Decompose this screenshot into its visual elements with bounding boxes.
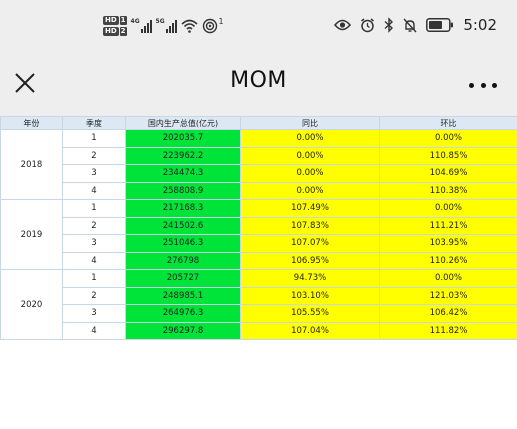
table-row: 3 234474.3 0.00% 104.69% <box>1 164 517 183</box>
year-cell: 2018 <box>0 129 63 200</box>
mute-icon <box>403 18 417 32</box>
yoy-cell: 107.07% <box>240 234 380 253</box>
sim1-number: 1 <box>119 16 127 25</box>
table-row: 2 248985.1 103.10% 121.03% <box>1 286 517 305</box>
signal-4g-icon: 4G <box>130 18 152 33</box>
sim2-indicator: HD 2 <box>103 27 127 36</box>
quarter-cell: 4 <box>62 181 126 200</box>
gdp-cell: 241502.6 <box>125 216 241 235</box>
header-gdp: 国内生产总值(亿元) <box>125 116 241 130</box>
gdp-cell: 258808.9 <box>125 181 241 200</box>
qoq-cell: 111.21% <box>379 216 517 235</box>
quarter-cell: 3 <box>62 164 126 183</box>
qoq-cell: 111.82% <box>379 321 517 340</box>
qoq-cell: 121.03% <box>379 286 517 305</box>
table-row: 2 223962.2 0.00% 110.85% <box>1 146 517 165</box>
hotspot-count: 1 <box>218 17 224 26</box>
qoq-cell: 0.00% <box>379 269 517 288</box>
year-cell: 2019 <box>0 199 63 270</box>
wifi-icon <box>181 19 198 33</box>
quarter-cell: 3 <box>62 304 126 323</box>
qoq-cell: 110.26% <box>379 251 517 270</box>
hotspot-icon <box>202 18 217 34</box>
quarter-cell: 1 <box>62 199 126 218</box>
table-row: 3 264976.3 105.55% 106.42% <box>1 304 517 323</box>
gdp-cell: 202035.7 <box>125 129 241 148</box>
yoy-cell: 0.00% <box>240 164 380 183</box>
table-body: 2018 1 202035.7 0.00% 0.00% 2 223962.2 0.00% 110… <box>0 129 517 340</box>
yoy-cell: 0.00% <box>240 146 380 165</box>
gdp-cell: 276798 <box>125 251 241 270</box>
sim2-number: 2 <box>119 27 127 36</box>
net2-label: 5G <box>155 18 165 25</box>
table-row: 2 241502.6 107.83% 111.21% <box>1 216 517 235</box>
qoq-cell: 0.00% <box>379 199 517 218</box>
quarter-cell: 2 <box>62 286 126 305</box>
quarter-cell: 4 <box>62 321 126 340</box>
sim1-indicator: HD 1 <box>103 16 127 25</box>
yoy-cell: 106.95% <box>240 251 380 270</box>
table-row: 4 258808.9 0.00% 110.38% <box>1 181 517 200</box>
yoy-cell: 94.73% <box>240 269 380 288</box>
battery-icon <box>426 18 454 32</box>
quarter-cell: 1 <box>62 269 126 288</box>
more-icon[interactable] <box>469 81 497 89</box>
qoq-cell: 104.69% <box>379 164 517 183</box>
gdp-cell: 248985.1 <box>125 286 241 305</box>
yoy-cell: 103.10% <box>240 286 380 305</box>
page-title: MOM <box>230 68 287 93</box>
yoy-cell: 105.55% <box>240 304 380 323</box>
yoy-cell: 107.49% <box>240 199 380 218</box>
status-bar: HD 1 HD 2 4G 5G 1 5:02 <box>0 0 517 50</box>
signal-5g-icon: 5G <box>155 18 177 33</box>
gdp-cell: 217168.3 <box>125 199 241 218</box>
qoq-cell: 103.95% <box>379 234 517 253</box>
header-yoy: 同比 <box>240 116 380 130</box>
header-year: 年份 <box>0 116 63 130</box>
qoq-cell: 110.38% <box>379 181 517 200</box>
table-row: 2020 1 205727 94.73% 0.00% <box>0 269 517 340</box>
quarter-cell: 2 <box>62 146 126 165</box>
sim1-hd-label: HD <box>103 16 119 25</box>
qoq-cell: 106.42% <box>379 304 517 323</box>
yoy-cell: 0.00% <box>240 181 380 200</box>
yoy-cell: 107.04% <box>240 321 380 340</box>
quarter-cell: 2 <box>62 216 126 235</box>
table-row: 2018 1 202035.7 0.00% 0.00% <box>0 129 517 200</box>
gdp-table: 年份 季度 国内生产总值(亿元) 同比 环比 2018 1 202035.7 0.00… <box>0 116 517 340</box>
gdp-cell: 251046.3 <box>125 234 241 253</box>
gdp-cell: 223962.2 <box>125 146 241 165</box>
quarter-cell: 1 <box>62 129 126 148</box>
quarter-cell: 3 <box>62 234 126 253</box>
sim-indicators: HD 1 HD 2 <box>103 16 127 36</box>
status-left-group: HD 1 HD 2 4G 5G 1 <box>103 15 224 37</box>
year-cell: 2020 <box>0 269 63 340</box>
sim2-hd-label: HD <box>103 27 119 36</box>
table-row: 2019 1 217168.3 107.49% 0.00% <box>0 199 517 270</box>
header-quarter: 季度 <box>62 116 126 130</box>
table-row: 4 296297.8 107.04% 111.82% <box>1 321 517 340</box>
header-qoq: 环比 <box>379 116 517 130</box>
clock-time: 5:02 <box>463 16 497 34</box>
gdp-cell: 234474.3 <box>125 164 241 183</box>
alarm-icon <box>361 17 375 32</box>
quarter-cell: 4 <box>62 251 126 270</box>
gdp-cell: 205727 <box>125 269 241 288</box>
title-bar: MOM <box>0 50 517 116</box>
table-row: 4 276798 106.95% 110.26% <box>1 251 517 270</box>
gdp-cell: 264976.3 <box>125 304 241 323</box>
bluetooth-icon <box>384 17 394 33</box>
qoq-cell: 110.85% <box>379 146 517 165</box>
qoq-cell: 0.00% <box>379 129 517 148</box>
yoy-cell: 107.83% <box>240 216 380 235</box>
yoy-cell: 0.00% <box>240 129 380 148</box>
gdp-cell: 296297.8 <box>125 321 241 340</box>
net1-label: 4G <box>130 18 140 25</box>
table-row: 3 251046.3 107.07% 103.95% <box>1 234 517 253</box>
status-right-group: 5:02 <box>334 14 497 36</box>
table-header-row: 年份 季度 国内生产总值(亿元) 同比 环比 <box>0 116 517 130</box>
eye-icon <box>334 19 352 31</box>
